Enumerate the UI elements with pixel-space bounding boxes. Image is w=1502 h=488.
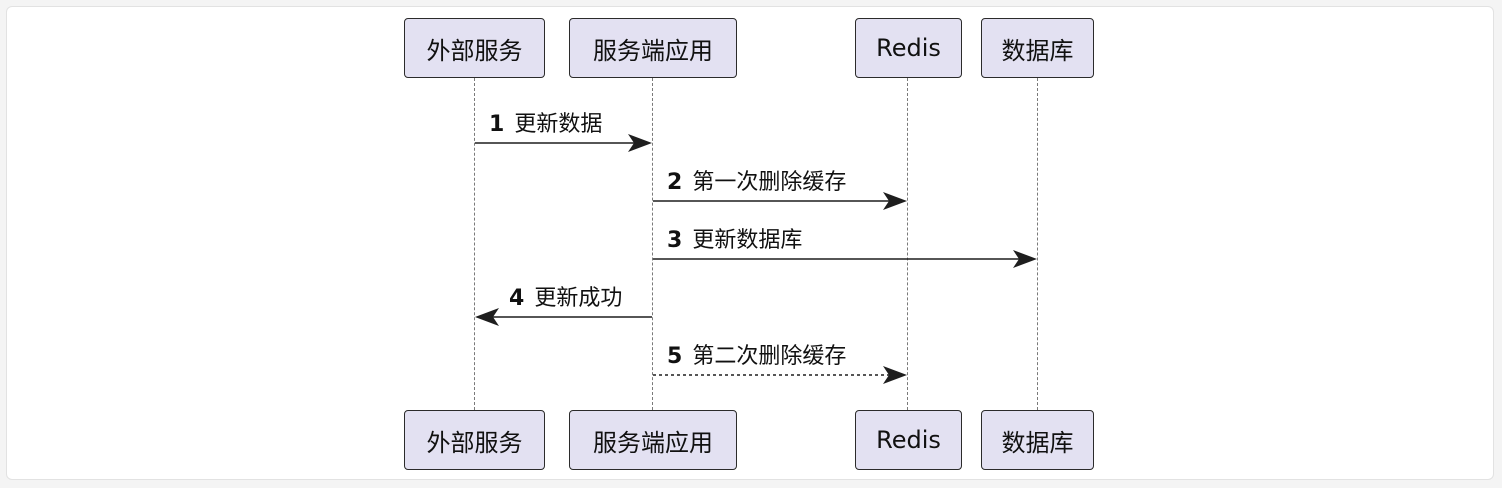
message-3-label: 3 更新数据库 — [667, 228, 802, 254]
message-1-label: 1 更新数据 — [489, 112, 602, 138]
message-3-text: 更新数据库 — [692, 228, 803, 253]
message-4-text: 更新成功 — [534, 286, 623, 311]
message-5-text: 第二次删除缓存 — [692, 344, 847, 369]
message-3-number: 3 — [667, 228, 683, 253]
message-2-number: 2 — [667, 170, 683, 195]
message-4-number: 4 — [509, 286, 525, 311]
message-4-label: 4 更新成功 — [509, 286, 622, 312]
message-1-text: 更新数据 — [514, 112, 603, 137]
message-2-text: 第一次删除缓存 — [692, 170, 847, 195]
message-1-number: 1 — [489, 112, 505, 137]
message-2-label: 2 第一次删除缓存 — [667, 170, 846, 196]
message-5-number: 5 — [667, 344, 683, 369]
message-5-label: 5 第二次删除缓存 — [667, 344, 846, 370]
